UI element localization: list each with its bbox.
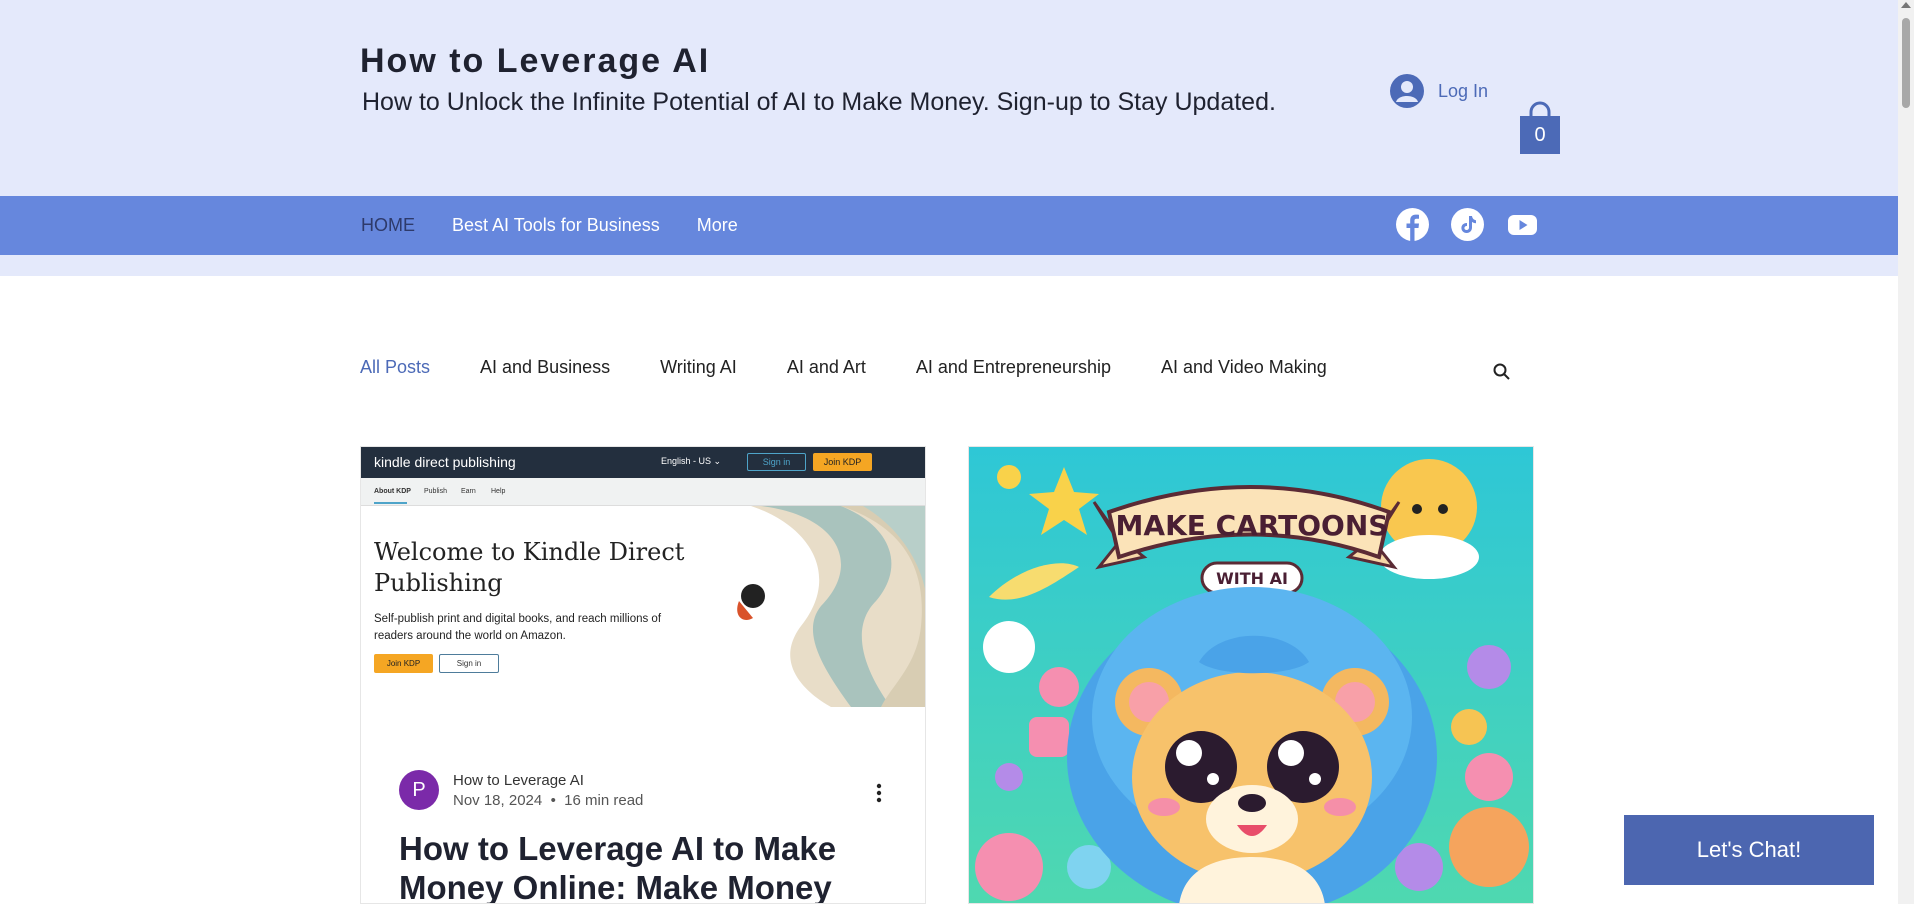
kdp-subnav-item: Help <box>491 488 506 495</box>
nav-item-home[interactable]: HOME <box>361 215 415 236</box>
post-cover-image[interactable]: MAKE CARTOONS WITH AI <box>969 447 1534 904</box>
post-title[interactable]: How to Leverage AI to Make Money Online:… <box>399 829 899 903</box>
post-date: Nov 18, 2024 <box>453 791 543 809</box>
post-card[interactable]: MAKE CARTOONS WITH AI <box>968 446 1534 904</box>
nav-item-best-ai-tools[interactable]: Best AI Tools for Business <box>452 215 660 236</box>
kdp-language: English - US ⌄ <box>661 456 722 466</box>
post-card[interactable]: kindle direct publishing English - US ⌄ … <box>360 446 926 904</box>
chat-button[interactable]: Let's Chat! <box>1624 815 1874 885</box>
cart-count: 0 <box>1534 124 1546 146</box>
scrollbar[interactable] <box>1898 0 1914 904</box>
kdp-description: Self-publish print and digital books, an… <box>374 613 662 642</box>
category-ai-and-business[interactable]: AI and Business <box>480 357 610 378</box>
header-subband <box>0 255 1898 276</box>
cart-button[interactable]: 0 <box>1518 100 1562 156</box>
kdp-heading: Welcome to Kindle Direct Publishing <box>374 538 685 597</box>
scrollbar-thumb[interactable] <box>1902 18 1910 108</box>
kdp-subnav-item: Publish <box>424 488 447 495</box>
facebook-icon[interactable] <box>1396 208 1429 241</box>
kdp-subnav-underline <box>374 502 407 504</box>
kdp-logo: kindle direct publishing <box>374 454 516 470</box>
scroll-up-arrow-icon[interactable] <box>1901 2 1911 8</box>
site-title[interactable]: How to Leverage AI <box>360 42 710 81</box>
kdp-signin-top: Sign in <box>747 453 806 471</box>
search-icon[interactable] <box>1492 362 1512 382</box>
category-all-posts[interactable]: All Posts <box>360 357 430 378</box>
post-meta: P How to Leverage AI Nov 18, 2024 • 16 m… <box>399 770 643 810</box>
author-avatar[interactable]: P <box>399 770 439 810</box>
nav-bar <box>0 196 1898 255</box>
kdp-signin-button: Sign in <box>439 654 499 673</box>
post-read-time: 16 min read <box>564 791 644 809</box>
youtube-icon[interactable] <box>1506 208 1539 241</box>
category-nav: All Posts AI and Business Writing AI AI … <box>360 357 1327 378</box>
post-author[interactable]: How to Leverage AI <box>453 772 643 789</box>
login-button[interactable]: Log In <box>1390 74 1488 108</box>
category-ai-and-video-making[interactable]: AI and Video Making <box>1161 357 1327 378</box>
category-ai-and-entrepreneurship[interactable]: AI and Entrepreneurship <box>916 357 1111 378</box>
user-avatar-icon <box>1390 74 1424 108</box>
post-cover-image[interactable]: kindle direct publishing English - US ⌄ … <box>361 447 925 707</box>
nav-item-more[interactable]: More <box>697 215 738 236</box>
kdp-subnav-item: About KDP <box>374 488 411 495</box>
more-options-icon[interactable] <box>871 782 887 804</box>
main-nav: HOME Best AI Tools for Business More <box>361 196 738 255</box>
login-label: Log In <box>1438 80 1489 101</box>
kdp-join-button: Join KDP <box>374 654 433 673</box>
banner-text: MAKE CARTOONS <box>1116 509 1389 542</box>
kdp-topbar: kindle direct publishing English - US ⌄ … <box>361 447 925 478</box>
social-links <box>1396 208 1539 241</box>
category-writing-ai[interactable]: Writing AI <box>660 357 737 378</box>
meta-separator: • <box>546 791 565 809</box>
kdp-join-top: Join KDP <box>813 453 872 471</box>
banner-subtext: WITH AI <box>1216 569 1288 588</box>
kdp-subnav: About KDP Publish Earn Help <box>361 478 925 506</box>
category-ai-and-art[interactable]: AI and Art <box>787 357 866 378</box>
site-tagline: How to Unlock the Infinite Potential of … <box>362 88 1276 116</box>
tiktok-icon[interactable] <box>1451 208 1484 241</box>
kdp-illustration <box>737 506 925 707</box>
kdp-subnav-item: Earn <box>461 488 476 495</box>
